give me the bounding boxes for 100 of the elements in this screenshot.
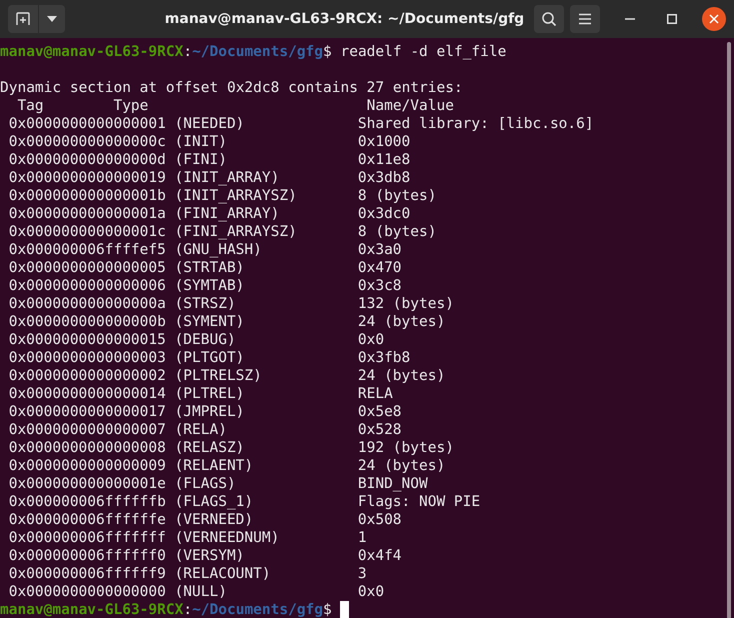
summary-text: Dynamic section at offset 0x2dc8 contains 27 entries: bbox=[0, 79, 463, 97]
type-text: (PLTGOT) bbox=[174, 349, 246, 367]
column-header: Tag bbox=[17, 97, 45, 115]
tag-text: 0x0000000000000005 bbox=[8, 259, 167, 277]
prompt-symbol: $ bbox=[323, 43, 332, 61]
type-text: (SYMTAB) bbox=[174, 277, 246, 295]
tag-text: 0x000000006ffffef5 bbox=[8, 241, 167, 259]
type-text: (INIT_ARRAYSZ) bbox=[174, 187, 298, 205]
tag-text: 0x000000000000001e bbox=[8, 475, 167, 493]
value-text: 0x470 bbox=[358, 259, 402, 277]
tag-text: 0x000000006fffffff bbox=[8, 529, 167, 547]
prompt-path: ~/Documents/gfg bbox=[192, 601, 324, 618]
tag-text: 0x000000000000001a bbox=[8, 205, 167, 223]
search-icon bbox=[541, 11, 557, 27]
tag-text: 0x0000000000000003 bbox=[8, 349, 167, 367]
value-text: BIND_NOW bbox=[358, 475, 428, 493]
value-text: 24 (bytes) bbox=[358, 313, 446, 331]
prompt-path: ~/Documents/gfg bbox=[192, 43, 324, 61]
close-icon bbox=[709, 14, 719, 24]
tag-text: 0x0000000000000000 bbox=[8, 583, 167, 601]
type-text: (NULL) bbox=[174, 583, 228, 601]
window-title: manav@manav-GL63-9RCX: ~/Documents/gfg bbox=[164, 11, 526, 27]
tag-text: 0x0000000000000009 bbox=[8, 457, 167, 475]
value-text: 0x528 bbox=[358, 421, 402, 439]
minimize-icon bbox=[625, 18, 635, 20]
type-text: (STRTAB) bbox=[174, 259, 246, 277]
maximize-icon bbox=[667, 14, 677, 24]
prompt-user: manav@manav-GL63-9RCX bbox=[0, 43, 184, 61]
type-text: (PLTREL) bbox=[174, 385, 246, 403]
value-text: 0x3db8 bbox=[358, 169, 410, 187]
tag-text: 0x000000000000000b bbox=[8, 313, 167, 331]
type-text: (FINI) bbox=[174, 151, 228, 169]
column-header: Name/Value bbox=[366, 97, 454, 115]
close-button[interactable] bbox=[702, 7, 726, 31]
text-cursor bbox=[340, 601, 350, 618]
tag-text: 0x000000000000000a bbox=[8, 295, 167, 313]
value-text: 192 (bytes) bbox=[358, 439, 454, 457]
type-text: (FINI_ARRAY) bbox=[174, 205, 280, 223]
type-text: (PLTRELSZ) bbox=[174, 367, 263, 385]
type-text: (SYMENT) bbox=[174, 313, 246, 331]
prompt-symbol: $ bbox=[323, 601, 332, 618]
tag-text: 0x000000006ffffff9 bbox=[8, 565, 167, 583]
type-text: (VERNEEDNUM) bbox=[174, 529, 280, 547]
value-text: 132 (bytes) bbox=[358, 295, 454, 313]
type-text: (VERNEED) bbox=[174, 511, 254, 529]
tag-text: 0x000000000000000c bbox=[8, 133, 167, 151]
tag-text: 0x000000006ffffffb bbox=[8, 493, 167, 511]
type-text: (FLAGS) bbox=[174, 475, 237, 493]
value-text: Shared library: [libc.so.6] bbox=[358, 115, 594, 133]
column-header: Type bbox=[113, 97, 150, 115]
value-text: 0x3c8 bbox=[358, 277, 402, 295]
value-text: 3 bbox=[358, 565, 367, 583]
type-text: (DEBUG) bbox=[174, 331, 237, 349]
command-text: readelf -d elf_file bbox=[340, 43, 506, 61]
type-text: (STRSZ) bbox=[174, 295, 237, 313]
type-text: (RELA) bbox=[174, 421, 228, 439]
value-text: 0x3fb8 bbox=[358, 349, 410, 367]
tag-text: 0x000000000000001b bbox=[8, 187, 167, 205]
prompt-separator: : bbox=[183, 601, 192, 618]
search-button[interactable] bbox=[534, 5, 564, 33]
tag-text: 0x000000006ffffffe bbox=[8, 511, 167, 529]
value-text: 1 bbox=[358, 529, 367, 547]
prompt-user: manav@manav-GL63-9RCX bbox=[0, 601, 184, 618]
type-text: (VERSYM) bbox=[174, 547, 246, 565]
value-text: 24 (bytes) bbox=[358, 367, 446, 385]
type-text: (INIT_ARRAY) bbox=[174, 169, 280, 187]
tag-text: 0x0000000000000007 bbox=[8, 421, 167, 439]
scrollbar[interactable] bbox=[727, 42, 731, 618]
new-tab-button[interactable] bbox=[8, 5, 38, 33]
caret-icon bbox=[47, 16, 57, 22]
type-text: (INIT) bbox=[174, 133, 228, 151]
tag-text: 0x0000000000000017 bbox=[8, 403, 167, 421]
type-text: (JMPREL) bbox=[174, 403, 246, 421]
type-text: (NEEDED) bbox=[174, 115, 246, 133]
tag-text: 0x000000000000000d bbox=[8, 151, 167, 169]
value-text: 0x1000 bbox=[358, 133, 410, 151]
dropdown-button[interactable] bbox=[39, 5, 65, 33]
tag-text: 0x0000000000000014 bbox=[8, 385, 167, 403]
menu-icon bbox=[578, 13, 592, 25]
value-text: Flags: NOW PIE bbox=[358, 493, 480, 511]
tag-text: 0x0000000000000008 bbox=[8, 439, 167, 457]
tag-text: 0x0000000000000002 bbox=[8, 367, 167, 385]
type-text: (RELASZ) bbox=[174, 439, 246, 457]
type-text: (FLAGS_1) bbox=[174, 493, 254, 511]
value-text: 8 (bytes) bbox=[358, 223, 436, 241]
value-text: 0x11e8 bbox=[358, 151, 410, 169]
type-text: (FINI_ARRAYSZ) bbox=[174, 223, 298, 241]
value-text: 0x0 bbox=[358, 583, 384, 601]
menu-button[interactable] bbox=[570, 5, 600, 33]
tag-text: 0x0000000000000019 bbox=[8, 169, 167, 187]
value-text: 0x3dc0 bbox=[358, 205, 410, 223]
value-text: 0x5e8 bbox=[358, 403, 402, 421]
prompt-separator: : bbox=[183, 43, 192, 61]
value-text: RELA bbox=[358, 385, 393, 403]
value-text: 24 (bytes) bbox=[358, 457, 446, 475]
value-text: 8 (bytes) bbox=[358, 187, 436, 205]
new-tab-icon bbox=[15, 11, 31, 27]
tag-text: 0x0000000000000001 bbox=[8, 115, 167, 133]
tag-text: 0x0000000000000006 bbox=[8, 277, 167, 295]
type-text: (GNU_HASH) bbox=[174, 241, 263, 259]
